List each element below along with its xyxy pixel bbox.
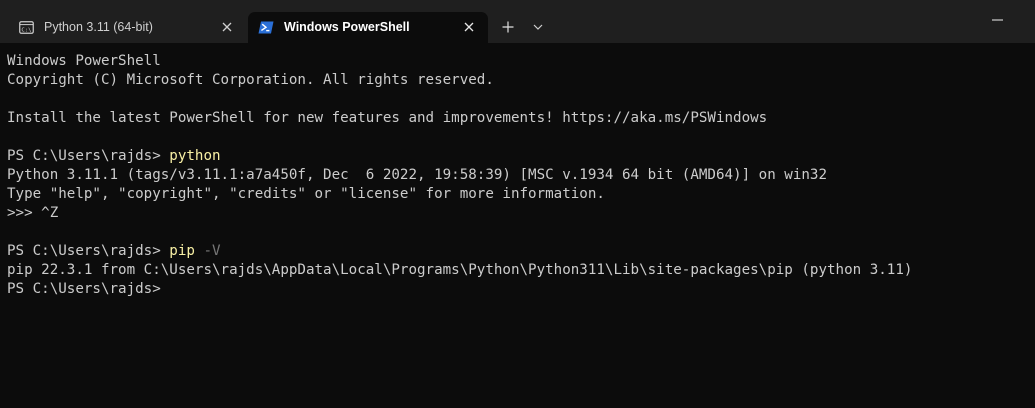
minimize-icon: [991, 19, 1003, 21]
minimize-button[interactable]: [982, 10, 1012, 30]
output-line: Copyright (C) Microsoft Corporation. All…: [7, 72, 494, 88]
new-tab-button[interactable]: [498, 17, 518, 37]
output-line: pip 22.3.1 from C:\Users\rajds\AppData\L…: [7, 262, 913, 278]
prompt-line: PS C:\Users\rajds> python: [7, 147, 1035, 166]
close-icon[interactable]: [460, 18, 478, 36]
prompt-line: PS C:\Users\rajds>: [7, 280, 1035, 299]
terminal-window: C:\ Python 3.11 (64-bit) Windows PowerSh…: [0, 0, 1035, 408]
tab-python[interactable]: C:\ Python 3.11 (64-bit): [8, 12, 246, 43]
powershell-icon: [258, 20, 274, 34]
output-line: Windows PowerShell: [7, 53, 161, 69]
prompt-text: PS C:\Users\rajds>: [7, 148, 170, 164]
prompt-text: PS C:\Users\rajds>: [7, 243, 170, 259]
prompt-line: PS C:\Users\rajds> pip -V: [7, 242, 1035, 261]
output-line: Install the latest PowerShell for new fe…: [7, 110, 768, 126]
command-text: pip: [169, 243, 195, 259]
tab-windows-powershell[interactable]: Windows PowerShell: [248, 12, 488, 43]
plus-icon: [502, 21, 514, 33]
console-icon: C:\: [18, 20, 34, 34]
command-text: python: [169, 148, 221, 164]
output-line: Python 3.11.1 (tags/v3.11.1:a7a450f, Dec…: [7, 167, 827, 183]
parameter-text: -V: [194, 243, 221, 259]
tab-dropdown-button[interactable]: [529, 18, 547, 36]
chevron-down-icon: [533, 24, 543, 30]
output-line: >>> ^Z: [7, 205, 59, 221]
terminal-output[interactable]: Windows PowerShell Copyright (C) Microsof…: [7, 52, 1035, 408]
close-icon[interactable]: [218, 18, 236, 36]
tab-title: Windows PowerShell: [284, 20, 410, 34]
prompt-text: PS C:\Users\rajds>: [7, 281, 161, 297]
output-line: Type "help", "copyright", "credits" or "…: [7, 186, 605, 202]
svg-text:C:\: C:\: [21, 27, 31, 33]
tab-bar: C:\ Python 3.11 (64-bit) Windows PowerSh…: [0, 0, 1035, 43]
tab-title: Python 3.11 (64-bit): [44, 20, 153, 34]
